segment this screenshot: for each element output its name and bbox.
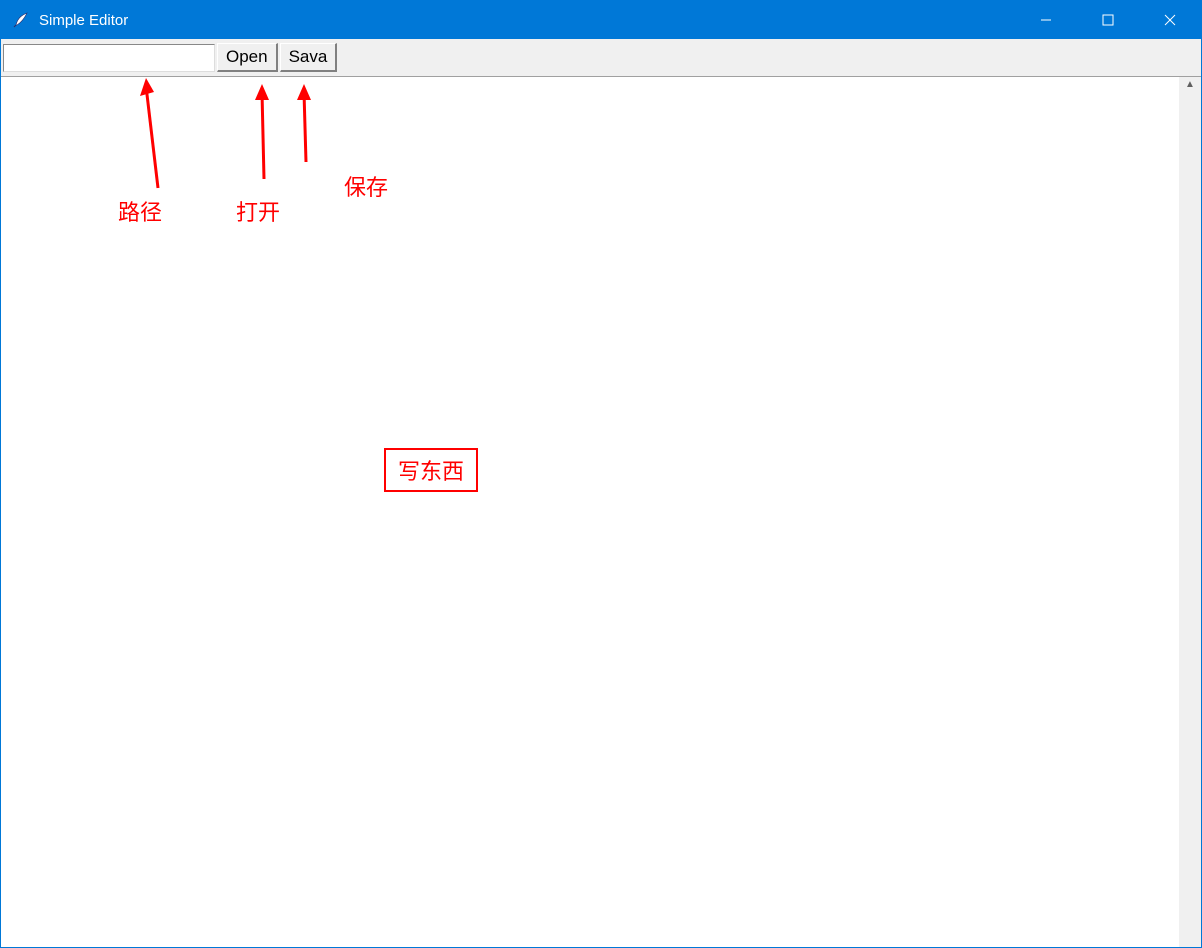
open-button[interactable]: Open <box>217 43 278 72</box>
save-button[interactable]: Sava <box>280 43 338 72</box>
feather-icon <box>7 12 35 28</box>
titlebar: Simple Editor <box>1 1 1201 39</box>
app-window: Simple Editor Open Sava ▲ <box>0 0 1202 948</box>
window-title: Simple Editor <box>39 12 128 29</box>
scroll-up-icon: ▲ <box>1185 79 1195 90</box>
toolbar: Open Sava <box>1 39 1201 77</box>
close-button[interactable] <box>1139 1 1201 39</box>
path-input[interactable] <box>3 44 215 72</box>
content-area: ▲ <box>1 77 1201 947</box>
text-editor[interactable] <box>1 77 1179 947</box>
vertical-scrollbar[interactable]: ▲ <box>1179 77 1201 947</box>
window-controls <box>1015 1 1201 39</box>
maximize-button[interactable] <box>1077 1 1139 39</box>
minimize-button[interactable] <box>1015 1 1077 39</box>
